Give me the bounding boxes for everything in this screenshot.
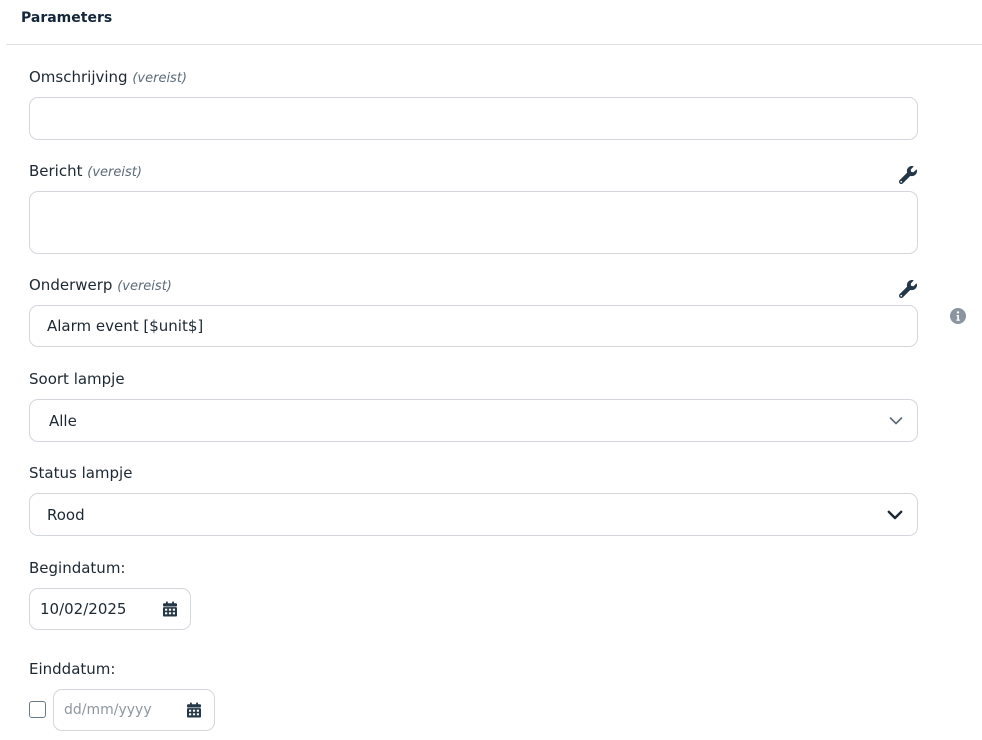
omschrijving-input[interactable]: [29, 97, 918, 140]
soort-lampje-label: Soort lampje: [29, 370, 125, 388]
onderwerp-value: Alarm event [$unit$]: [47, 317, 204, 335]
bericht-label: Bericht (vereist): [29, 162, 142, 180]
begindatum-label: Begindatum:: [29, 559, 126, 577]
info-icon[interactable]: [950, 308, 966, 324]
omschrijving-label-text: Omschrijving: [29, 68, 128, 86]
section-header: Parameters: [6, 0, 982, 45]
chevron-down-icon: [889, 416, 903, 424]
einddatum-placeholder: dd/mm/yyyy: [64, 702, 152, 718]
soort-lampje-selected: Alle: [49, 411, 77, 430]
wrench-icon[interactable]: [899, 166, 917, 184]
section-title: Parameters: [21, 10, 113, 26]
bericht-textarea[interactable]: [29, 191, 918, 254]
onderwerp-input[interactable]: Alarm event [$unit$]: [29, 305, 918, 347]
soort-lampje-select[interactable]: Alle: [29, 399, 918, 442]
chevron-down-icon: [887, 510, 903, 519]
onderwerp-label-text: Onderwerp: [29, 276, 113, 294]
begindatum-input[interactable]: 10/02/2025: [29, 588, 191, 630]
bericht-label-text: Bericht: [29, 162, 83, 180]
einddatum-input[interactable]: dd/mm/yyyy: [53, 689, 215, 731]
status-lampje-select[interactable]: Rood: [29, 493, 918, 536]
calendar-icon[interactable]: [163, 601, 177, 617]
wrench-icon[interactable]: [899, 280, 917, 298]
status-lampje-selected: Rood: [47, 505, 85, 524]
status-lampje-label: Status lampje: [29, 464, 133, 482]
einddatum-enable-checkbox[interactable]: [29, 701, 46, 718]
calendar-icon[interactable]: [187, 702, 201, 718]
required-hint: (vereist): [87, 165, 142, 180]
einddatum-label: Einddatum:: [29, 660, 116, 678]
begindatum-value: 10/02/2025: [40, 600, 127, 618]
omschrijving-label: Omschrijving (vereist): [29, 68, 187, 86]
required-hint: (vereist): [132, 71, 188, 86]
onderwerp-label: Onderwerp (vereist): [29, 276, 172, 294]
required-hint: (vereist): [117, 279, 172, 294]
